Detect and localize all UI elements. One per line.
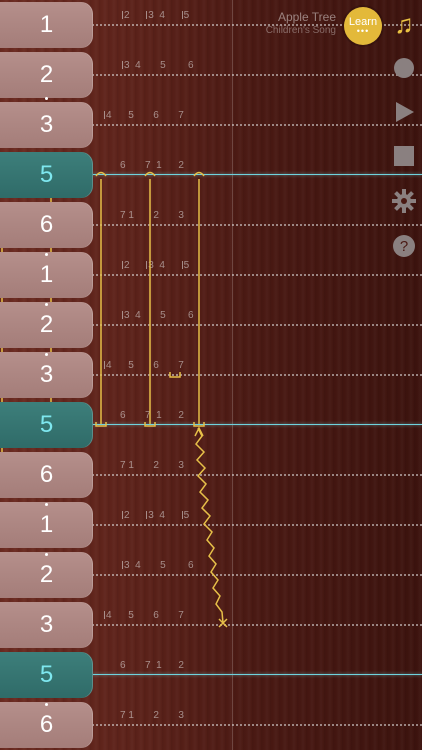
gear-icon[interactable] [392, 189, 416, 213]
learn-dots: ••• [356, 26, 370, 36]
note-start-marker [193, 171, 205, 177]
record-icon[interactable] [392, 56, 416, 80]
stop-icon[interactable] [392, 144, 416, 168]
string-key[interactable]: 6 [0, 702, 93, 748]
string-key[interactable]: 2 [0, 302, 93, 348]
string-key[interactable]: 3 [0, 102, 93, 148]
string-key[interactable]: 6 [0, 452, 93, 498]
string-key-active[interactable]: 5 [0, 652, 93, 698]
note-start-marker [144, 171, 156, 177]
note-start-marker [95, 171, 107, 177]
learn-button[interactable]: Learn ••• [344, 7, 382, 45]
string-key[interactable]: 2 [0, 52, 93, 100]
trail-arrow [194, 426, 204, 437]
string-key[interactable]: 3 [0, 352, 93, 398]
svg-text:?: ? [400, 238, 408, 255]
string-key[interactable]: 3 [0, 602, 93, 648]
glissando-trail [195, 427, 224, 624]
string-key[interactable]: 1 [0, 2, 93, 48]
string-key[interactable]: 1 [0, 252, 93, 298]
play-icon[interactable] [392, 100, 416, 124]
help-icon[interactable]: ? [392, 234, 416, 258]
string-key[interactable]: 2 [0, 552, 93, 598]
song-info: Apple Tree Children's Song [266, 10, 336, 36]
string-key-active[interactable]: 5 [0, 152, 93, 198]
string-key[interactable]: 1 [0, 502, 93, 548]
song-title: Apple Tree [277, 10, 336, 24]
string-key-active[interactable]: 5 [0, 402, 93, 448]
string-key[interactable]: 6 [0, 202, 93, 248]
song-subtitle: Children's Song [265, 25, 336, 36]
music-note-icon[interactable]: ♫ [392, 11, 416, 37]
string-board[interactable]: 2 3 4 5 3 4 5 6 4 5 6 7 6 7 1 2 7 1 2 3 … [0, 0, 422, 750]
note-end-marker [169, 372, 181, 378]
